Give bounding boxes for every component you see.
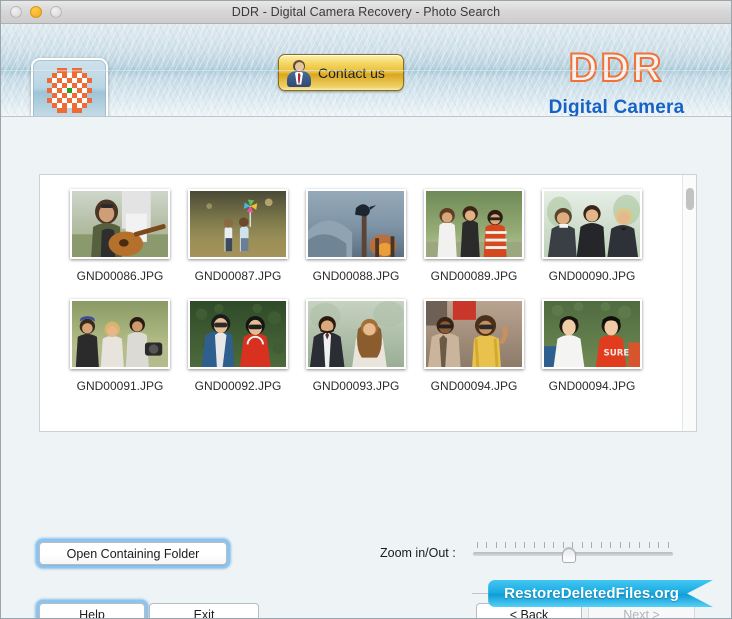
zoom-label: Zoom in/Out : — [380, 546, 456, 560]
thumbnail-filename: GND00088.JPG — [312, 269, 400, 283]
thumbnail-image[interactable] — [70, 299, 170, 369]
thumbnail-item[interactable]: GND00092.JPG — [179, 299, 297, 393]
zoom-slider-ticks — [476, 542, 669, 548]
thumbnail-image[interactable] — [424, 189, 524, 259]
thumbnail-filename: GND00094.JPG — [548, 379, 636, 393]
thumbnail-filename: GND00086.JPG — [76, 269, 164, 283]
thumbnail-item[interactable]: GND00089.JPG — [415, 189, 533, 283]
thumbnail-filename: GND00087.JPG — [194, 269, 282, 283]
open-containing-folder-focus-ring: Open Containing Folder — [36, 539, 230, 568]
thumbnail-image[interactable] — [188, 189, 288, 259]
thumbnail-row: GND00091.JPG GND00092.JPG GND00093.JPG G… — [40, 283, 682, 393]
thumbnail-item[interactable]: GND00087.JPG — [179, 189, 297, 283]
thumbnail-item[interactable]: GND00094.JPG — [415, 299, 533, 393]
zoom-slider[interactable] — [472, 542, 673, 564]
checker-flower-graphic — [46, 68, 93, 114]
open-containing-folder-button[interactable]: Open Containing Folder — [39, 542, 227, 565]
watermark-label: RestoreDeletedFiles.org — [488, 580, 713, 607]
title-bar: DDR - Digital Camera Recovery - Photo Se… — [1, 1, 731, 24]
brand-title: DDR — [568, 46, 665, 90]
thumbnail-image[interactable] — [306, 299, 406, 369]
thumbnail-image[interactable]: SURE — [542, 299, 642, 369]
thumbnail-item[interactable]: GND00090.JPG — [533, 189, 651, 283]
thumbnail-filename: GND00091.JPG — [76, 379, 164, 393]
zoom-control-row: Zoom in/Out : — [380, 542, 673, 564]
thumbnail-filename: GND00089.JPG — [430, 269, 518, 283]
scrollbar-thumb[interactable] — [686, 188, 694, 210]
thumbnail-filename: GND00090.JPG — [548, 269, 636, 283]
window-title: DDR - Digital Camera Recovery - Photo Se… — [231, 5, 501, 19]
help-button[interactable]: Help — [39, 603, 145, 618]
person-icon — [286, 59, 312, 87]
watermark-leader-line — [472, 593, 489, 594]
thumbnail-image[interactable] — [424, 299, 524, 369]
main-content: GND00086.JPG GND00087.JPG GND00088.JPG G… — [1, 117, 731, 618]
thumbnail-item[interactable]: GND00086.JPG — [61, 189, 179, 283]
watermark-badge: RestoreDeletedFiles.org — [472, 580, 713, 607]
thumbnail-image[interactable] — [542, 189, 642, 259]
thumbnail-item[interactable]: GND00088.JPG — [297, 189, 415, 283]
contact-us-label: Contact us — [318, 64, 385, 81]
contact-us-button[interactable]: Contact us — [278, 54, 404, 91]
thumbnail-item[interactable]: GND00093.JPG — [297, 299, 415, 393]
thumbnail-scroll-area: GND00086.JPG GND00087.JPG GND00088.JPG G… — [40, 175, 682, 431]
thumbnail-item[interactable]: SURE GND00094.JPG — [533, 299, 651, 393]
thumbnail-item[interactable]: GND00091.JPG — [61, 299, 179, 393]
thumbnail-image[interactable] — [188, 299, 288, 369]
help-focus-ring: Help — [36, 600, 148, 618]
thumbnail-row: GND00086.JPG GND00087.JPG GND00088.JPG G… — [40, 175, 682, 283]
thumbnail-image[interactable] — [306, 189, 406, 259]
app-window: DDR - Digital Camera Recovery - Photo Se… — [0, 0, 732, 619]
thumbnail-panel: GND00086.JPG GND00087.JPG GND00088.JPG G… — [39, 174, 697, 432]
exit-button[interactable]: Exit — [149, 603, 259, 618]
thumbnail-filename: GND00094.JPG — [430, 379, 518, 393]
ddr-app-icon — [31, 58, 108, 116]
zoom-slider-thumb[interactable] — [562, 548, 576, 563]
thumbnail-image[interactable] — [70, 189, 170, 259]
thumbnail-filename: GND00092.JPG — [194, 379, 282, 393]
svg-text:SURE: SURE — [604, 349, 630, 359]
vertical-scrollbar[interactable] — [682, 175, 696, 431]
brand-subtitle: Digital Camera — [548, 97, 685, 117]
thumbnail-filename: GND00093.JPG — [312, 379, 400, 393]
brand-logo: DDR Digital Camera — [524, 46, 709, 117]
header-banner: Contact us DDR Digital Camera — [1, 24, 731, 117]
